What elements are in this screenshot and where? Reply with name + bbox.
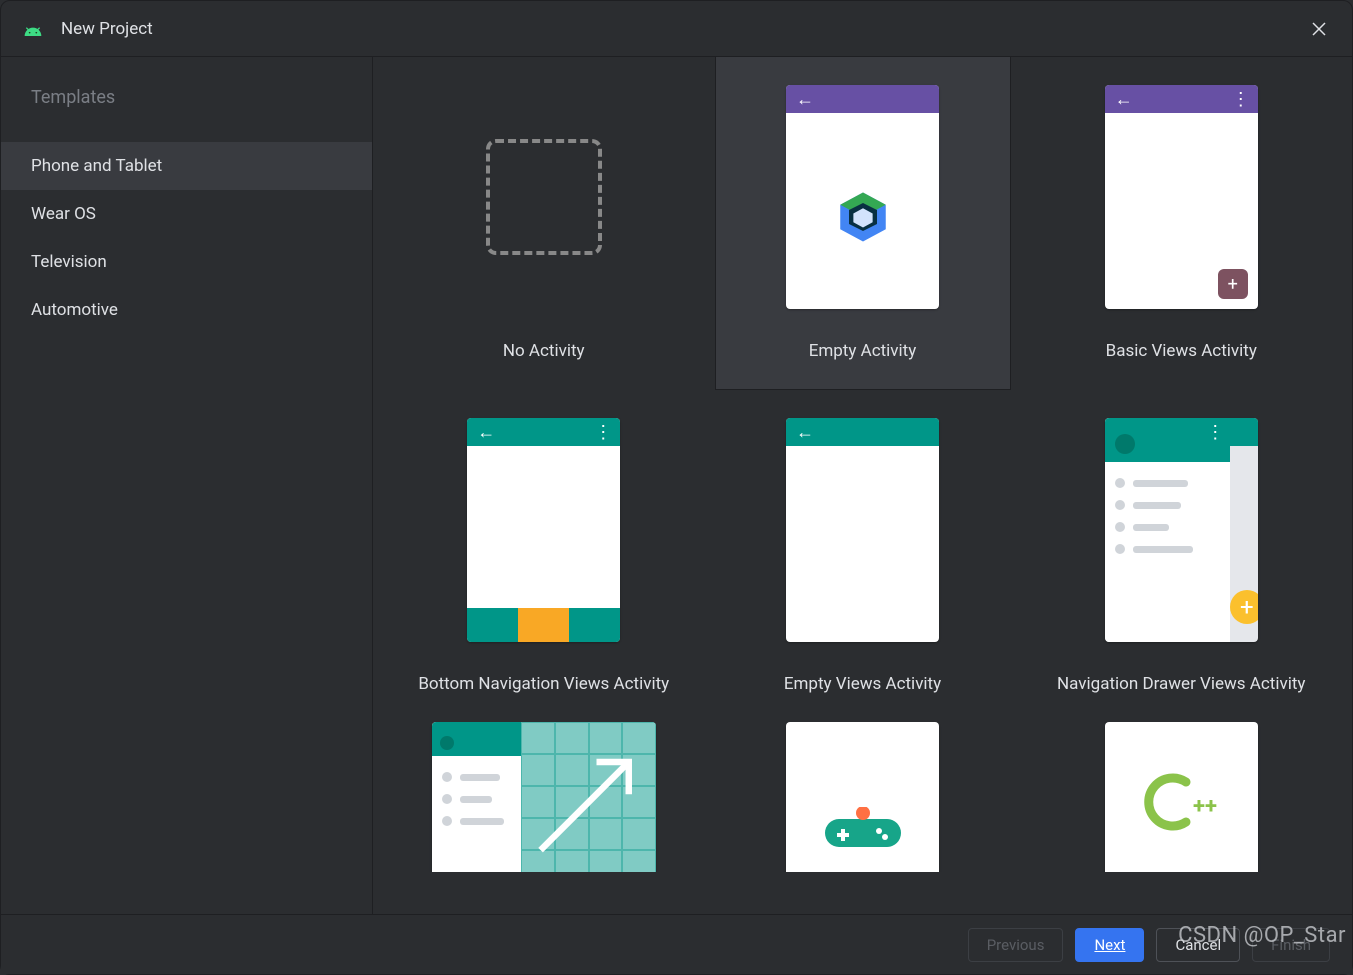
appbar-teal: ← [786, 418, 939, 446]
template-label: Empty Activity [809, 337, 917, 379]
template-label: Basic Views Activity [1106, 337, 1257, 379]
back-arrow-icon: ← [1115, 89, 1133, 110]
template-thumbnail: ← ⋮ + [1033, 57, 1329, 337]
template-label: Navigation Drawer Views Activity [1057, 670, 1305, 712]
finish-button: Finish [1252, 928, 1330, 962]
android-icon [23, 23, 43, 35]
overflow-menu-icon: ⋮ [1206, 422, 1222, 443]
sidebar-item-automotive[interactable]: Automotive [1, 286, 372, 334]
template-basic-views[interactable]: ← ⋮ + Basic Views Activity [1033, 57, 1329, 390]
template-label: Bottom Navigation Views Activity [418, 670, 669, 712]
template-game[interactable] [715, 722, 1011, 882]
cancel-button[interactable]: Cancel [1156, 928, 1240, 962]
footer: Previous Next Cancel Finish [1, 914, 1352, 974]
button-label: Finish [1271, 936, 1311, 954]
template-thumbnail [396, 722, 692, 872]
button-label: Previous [987, 936, 1045, 954]
close-button[interactable] [1308, 18, 1330, 40]
template-thumbnail [715, 722, 1011, 872]
template-grid-wrap: No Activity ← [373, 57, 1352, 914]
dashed-box-icon [486, 139, 602, 255]
sidebar-item-label: Phone and Tablet [31, 156, 162, 176]
template-thumbnail [396, 57, 692, 337]
sidebar-item-label: Wear OS [31, 204, 96, 224]
sidebar-header: Templates [1, 87, 372, 142]
sidebar-item-label: Television [31, 252, 107, 272]
drawer-header: ⋮ [1105, 418, 1230, 462]
template-empty-activity[interactable]: ← Empty Activity [715, 57, 1011, 390]
cpp-icon: ++ [1105, 722, 1258, 872]
appbar-purple: ← ⋮ [1105, 85, 1258, 113]
svg-text:++: ++ [1193, 794, 1217, 819]
sidebar-item-wear-os[interactable]: Wear OS [1, 190, 372, 238]
bottom-nav-bar [467, 608, 620, 642]
sidebar: Templates Phone and Tablet Wear OS Telev… [1, 57, 373, 914]
template-thumbnail: ← [715, 390, 1011, 670]
template-bottom-nav[interactable]: ← ⋮ Bottom Navigation Views Activity [396, 390, 692, 722]
sidebar-item-phone-tablet[interactable]: Phone and Tablet [1, 142, 372, 190]
template-grid: No Activity ← [373, 57, 1352, 882]
main-content: Templates Phone and Tablet Wear OS Telev… [1, 57, 1352, 914]
template-thumbnail: ← [716, 57, 1010, 337]
back-arrow-icon: ← [796, 89, 814, 110]
button-label: Next [1094, 936, 1125, 954]
template-label: No Activity [503, 337, 585, 379]
sidebar-item-television[interactable]: Television [1, 238, 372, 286]
fab-plus-icon: + [1230, 590, 1258, 624]
template-label: Empty Views Activity [784, 670, 941, 712]
window-title: New Project [61, 19, 153, 39]
game-controller-icon [825, 807, 901, 857]
template-responsive[interactable] [396, 722, 692, 882]
template-native-cpp[interactable]: ++ [1033, 722, 1329, 882]
fab-plus-icon: + [1218, 269, 1248, 299]
avatar-icon [440, 736, 454, 750]
next-button[interactable]: Next [1075, 928, 1144, 962]
previous-button: Previous [968, 928, 1064, 962]
button-label: Cancel [1175, 936, 1221, 954]
avatar-icon [1115, 434, 1135, 454]
template-empty-views[interactable]: ← Empty Views Activity [715, 390, 1011, 722]
template-no-activity[interactable]: No Activity [396, 57, 692, 390]
template-thumbnail: ++ [1033, 722, 1329, 872]
compose-icon [835, 189, 891, 245]
appbar-teal: ← ⋮ [467, 418, 620, 446]
overflow-menu-icon: ⋮ [594, 422, 610, 443]
back-arrow-icon: ← [796, 422, 814, 443]
template-thumbnail: ← ⋮ [396, 390, 692, 670]
overflow-menu-icon: ⋮ [1232, 89, 1248, 110]
titlebar: New Project [1, 1, 1352, 57]
sidebar-item-label: Automotive [31, 300, 118, 320]
template-thumbnail: ⋮ [1033, 390, 1329, 670]
appbar-purple: ← [786, 85, 939, 113]
back-arrow-icon: ← [477, 422, 495, 443]
template-nav-drawer[interactable]: ⋮ [1033, 390, 1329, 722]
